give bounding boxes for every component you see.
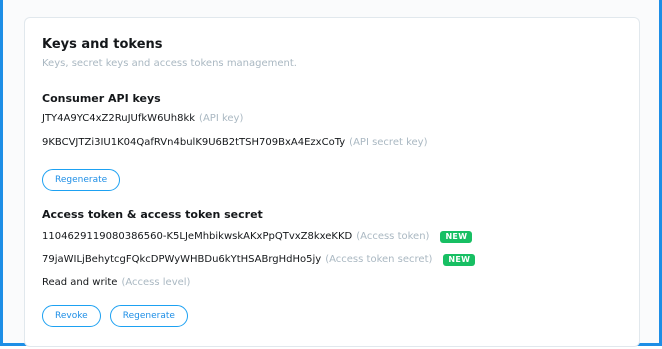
access-level-label: (Access level)	[121, 277, 191, 288]
access-level-row: Read and write (Access level)	[42, 276, 190, 289]
consumer-keys-title: Consumer API keys	[42, 92, 161, 105]
keys-and-tokens-card: Keys and tokens Keys, secret keys and ac…	[24, 17, 640, 347]
page-title: Keys and tokens	[42, 37, 163, 52]
access-token-label: (Access token)	[356, 231, 430, 242]
access-secret-label: (Access token secret)	[325, 254, 433, 265]
window-frame: Keys and tokens Keys, secret keys and ac…	[0, 0, 662, 347]
access-actions: Revoke Regenerate	[42, 303, 188, 327]
api-key-label: (API key)	[199, 113, 244, 124]
access-secret-row: 79jaWILjBehytcgFQkcDPWyWHBDu6kYtHSABrgHd…	[42, 253, 476, 266]
access-level-value: Read and write	[42, 277, 118, 288]
page-subtitle: Keys, secret keys and access tokens mana…	[42, 58, 297, 69]
api-secret-row: 9KBCVJTZi3IU1K04QafRVn4bulK9U6B2tTSH709B…	[42, 136, 427, 149]
api-key-value: JTY4A9YC4xZ2RuJUfkW6Uh8kk	[42, 113, 196, 124]
access-token-new-badge: NEW	[440, 230, 473, 243]
access-secret-value: 79jaWILjBehytcgFQkcDPWyWHBDu6kYtHSABrgHd…	[42, 254, 322, 265]
api-secret-label: (API secret key)	[349, 137, 428, 148]
api-key-row: JTY4A9YC4xZ2RuJUfkW6Uh8kk (API key)	[42, 112, 243, 125]
consumer-regenerate-button[interactable]: Regenerate	[42, 169, 121, 191]
access-token-title: Access token & access token secret	[42, 208, 263, 221]
api-secret-value: 9KBCVJTZi3IU1K04QafRVn4bulK9U6B2tTSH709B…	[42, 137, 346, 148]
access-token-row: 1104629119080386560-K5LJeMhbikwskAKxPpQT…	[42, 230, 473, 243]
access-regenerate-button[interactable]: Regenerate	[109, 305, 188, 327]
revoke-button[interactable]: Revoke	[42, 305, 101, 327]
consumer-actions: Regenerate	[42, 167, 121, 191]
access-secret-new-badge: NEW	[443, 253, 476, 266]
access-token-value: 1104629119080386560-K5LJeMhbikwskAKxPpQT…	[42, 231, 353, 242]
